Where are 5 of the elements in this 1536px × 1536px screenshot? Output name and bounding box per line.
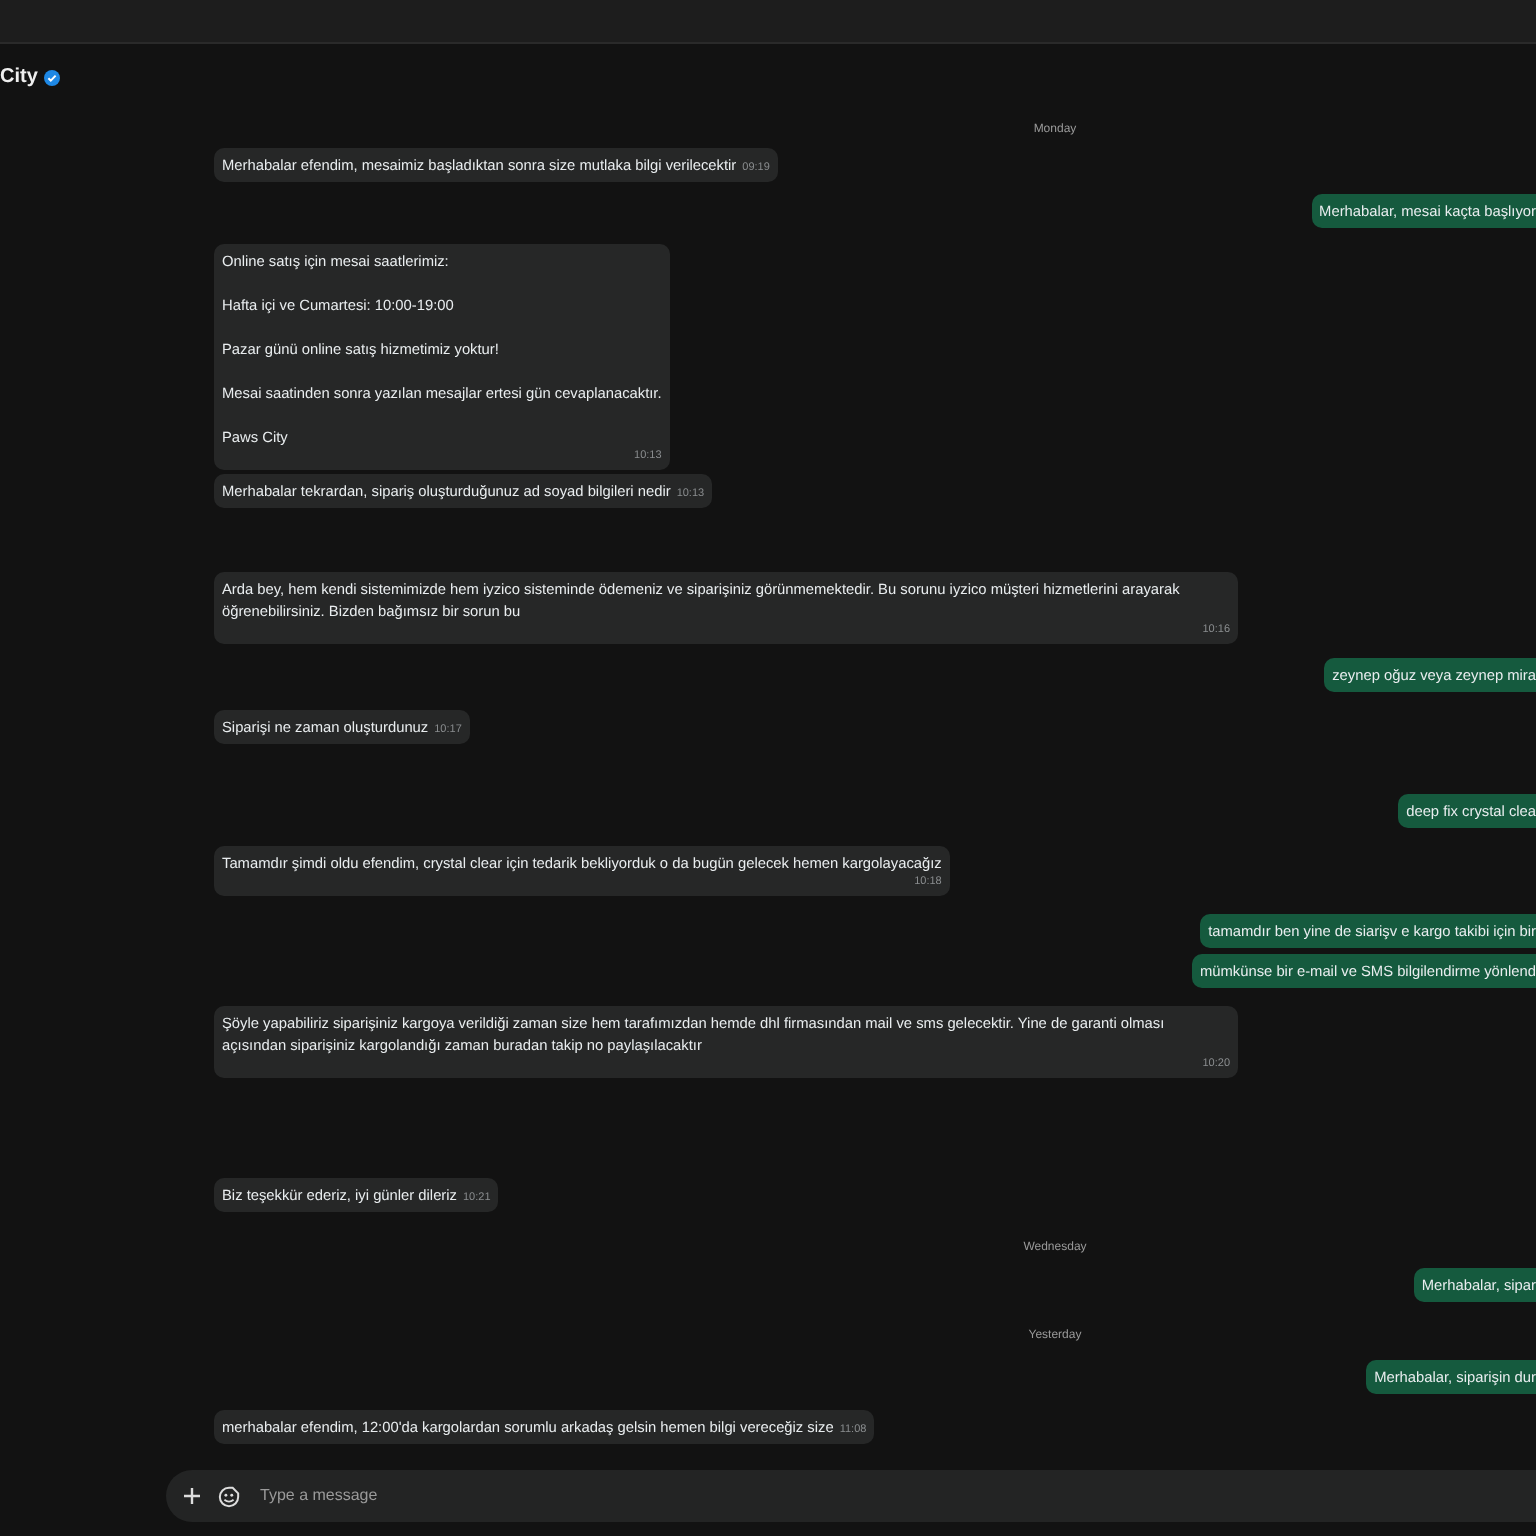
message-input[interactable]: Type a message bbox=[256, 1482, 1256, 1510]
sticker-icon[interactable] bbox=[218, 1485, 240, 1507]
contact-name: City bbox=[0, 64, 38, 92]
plus-icon[interactable] bbox=[182, 1486, 202, 1506]
message-field[interactable]: Type a message bbox=[166, 1470, 1536, 1522]
